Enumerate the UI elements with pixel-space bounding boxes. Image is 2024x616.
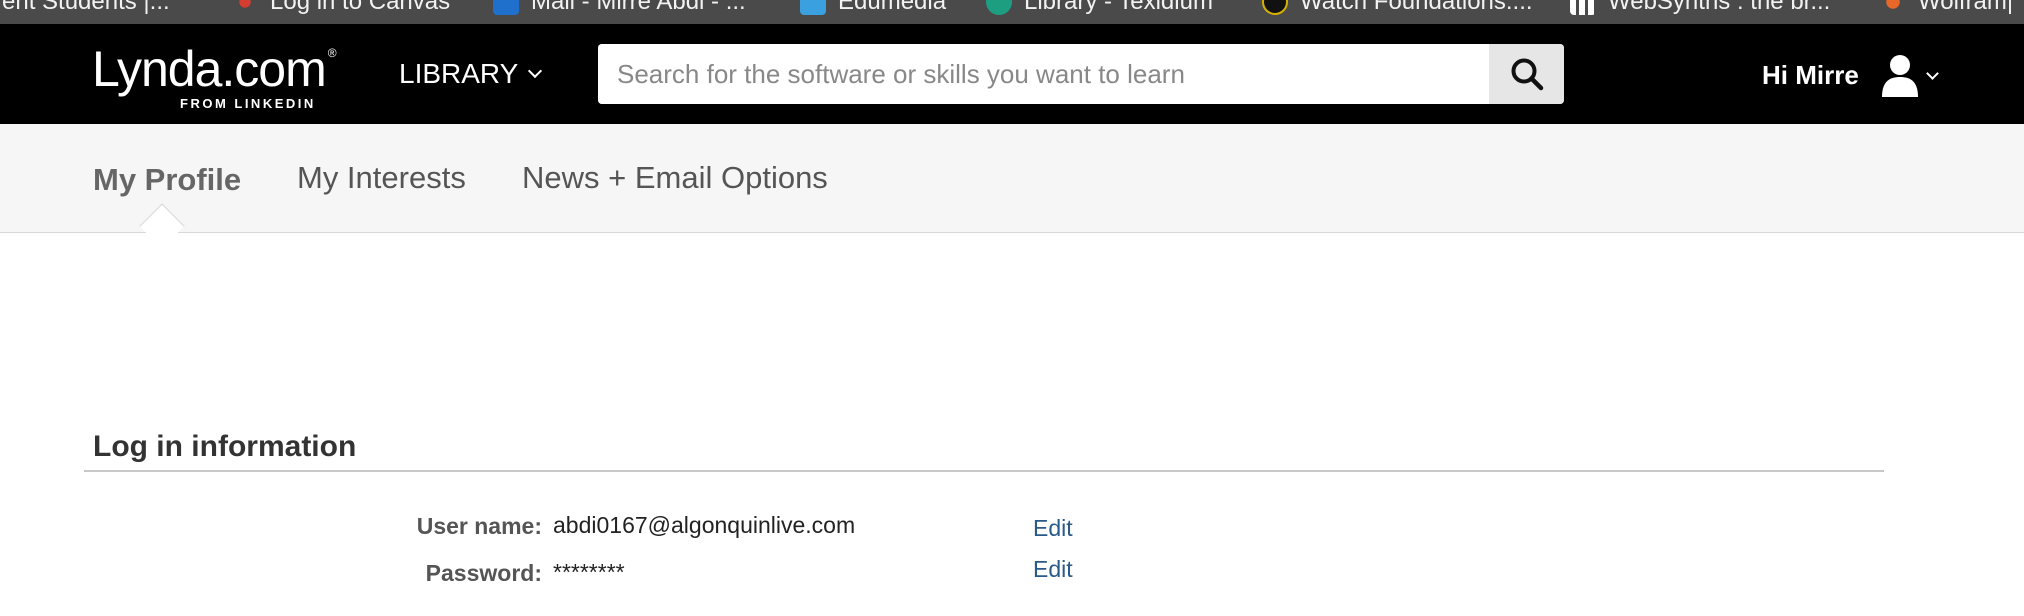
edumedia-icon <box>800 0 826 15</box>
active-tab-indicator <box>139 203 185 249</box>
logo-wordmark: Lynda.com <box>92 41 327 97</box>
edit-password-link[interactable]: Edit <box>1033 556 1073 583</box>
bookmark-label: Mail - Mirre Abdi - ... <box>531 0 746 15</box>
edit-username-link[interactable]: Edit <box>1033 515 1073 542</box>
bookmark-item[interactable]: Log in to Canvas <box>232 0 450 17</box>
bookmark-label: Log in to Canvas <box>270 0 451 15</box>
logo-registered-mark: ® <box>327 46 337 60</box>
search-icon <box>1511 58 1543 91</box>
user-menu-button[interactable] <box>1880 52 1952 98</box>
bookmark-item[interactable]: Edumedia <box>800 0 946 17</box>
lynda-logo[interactable]: Lynda.com ® FROM LINKEDIN <box>92 41 337 111</box>
lynda-icon <box>1262 0 1288 15</box>
search-bar <box>598 44 1564 104</box>
library-label: LIBRARY <box>399 58 519 89</box>
bookmark-label: Edumedia <box>838 0 947 15</box>
bookmark-item[interactable]: Wolfram| <box>1880 0 2013 17</box>
section-title: Log in information <box>93 430 357 463</box>
chevron-down-icon <box>1926 66 1939 80</box>
library-menu-button[interactable]: LIBRARY <box>399 58 543 90</box>
bookmark-item[interactable]: WebSynths : the br... <box>1570 0 1830 17</box>
password-value: ******** <box>553 559 625 585</box>
tab-news-email-options[interactable]: News + Email Options <box>522 160 828 196</box>
bookmark-label: rent Students |... <box>0 0 170 15</box>
wolfram-icon <box>1880 0 1906 15</box>
password-label: Password: <box>425 560 542 586</box>
logo-tagline: FROM LINKEDIN <box>180 96 316 111</box>
username-value: abdi0167@algonquinlive.com <box>553 512 856 538</box>
user-greeting[interactable]: Hi Mirre <box>1762 60 1859 91</box>
bookmark-item[interactable]: rent Students |... <box>0 0 170 17</box>
site-header: Lynda.com® FROM LINKEDIN LIBRARY Hi Mirr… <box>0 24 2024 124</box>
tab-my-profile[interactable]: My Profile <box>93 162 241 198</box>
texidium-icon <box>986 0 1012 15</box>
bookmark-item[interactable]: Mail - Mirre Abdi - ... <box>493 0 746 17</box>
section-divider <box>84 470 1884 472</box>
bookmark-item[interactable]: Library - Texidium <box>986 0 1213 17</box>
bookmark-label: Library - Texidium <box>1024 0 1213 15</box>
websynths-icon <box>1570 0 1596 15</box>
chevron-down-icon <box>528 63 543 79</box>
bookmark-label: Watch Foundations:... <box>1300 0 1533 15</box>
search-input[interactable] <box>598 44 1489 104</box>
tab-my-interests[interactable]: My Interests <box>297 160 466 196</box>
search-button[interactable] <box>1489 44 1564 104</box>
user-avatar-icon <box>1882 55 1918 97</box>
bookmark-item[interactable]: Watch Foundations:... <box>1262 0 1533 17</box>
bookmark-label: WebSynths : the br... <box>1608 0 1831 15</box>
bookmark-label: Wolfram| <box>1918 0 2014 15</box>
canvas-icon <box>232 0 258 15</box>
profile-tabs: My Profile My Interests News + Email Opt… <box>0 124 2024 249</box>
outlook-icon <box>493 0 519 15</box>
bookmarks-bar: rent Students |... Log in to Canvas Mail… <box>0 0 2024 24</box>
username-label: User name: <box>416 513 542 539</box>
